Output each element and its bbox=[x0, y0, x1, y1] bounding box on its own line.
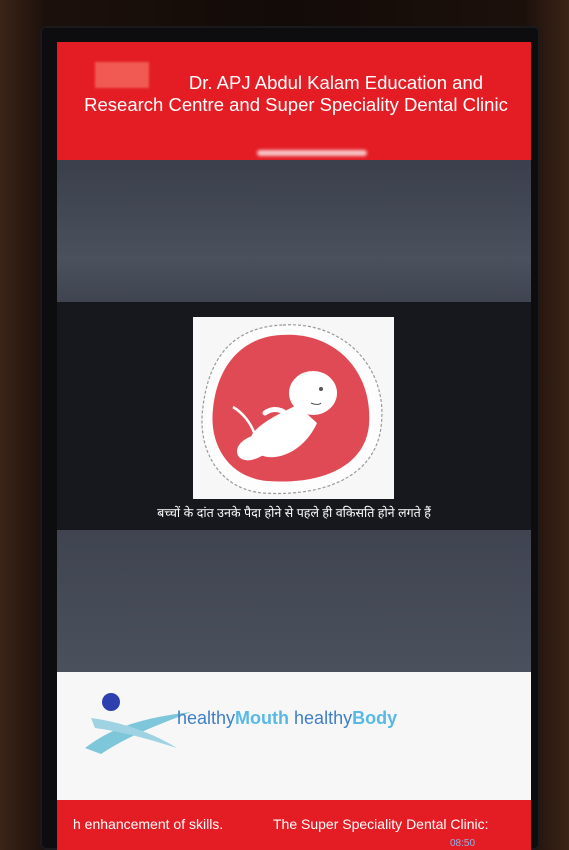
healthy-mouth-slogan: healthyMouth healthyBody bbox=[177, 708, 398, 728]
system-navbar: 08:50 bbox=[300, 838, 530, 850]
fetus-illustration bbox=[193, 317, 394, 499]
ticker-text-2: The Super Speciality Dental Clinic: bbox=[273, 816, 489, 832]
top-blank-panel bbox=[57, 160, 531, 302]
logo-band: healthyMouth healthyBody bbox=[57, 672, 531, 800]
slide-caption: बच्चों के दांत उनके पैदा होने से पहले ही… bbox=[157, 506, 431, 520]
light-reflection bbox=[257, 150, 367, 156]
ticker-text-1: h enhancement of skills. bbox=[73, 816, 224, 832]
clock: 08:50 bbox=[450, 838, 476, 849]
lower-blank-panel bbox=[57, 530, 531, 672]
display-screen: Dr. APJ Abdul Kalam Education and Resear… bbox=[57, 42, 531, 850]
clinic-title: Dr. APJ Abdul Kalam Education and Resear… bbox=[84, 72, 508, 115]
clinic-header: Dr. APJ Abdul Kalam Education and Resear… bbox=[57, 42, 531, 160]
